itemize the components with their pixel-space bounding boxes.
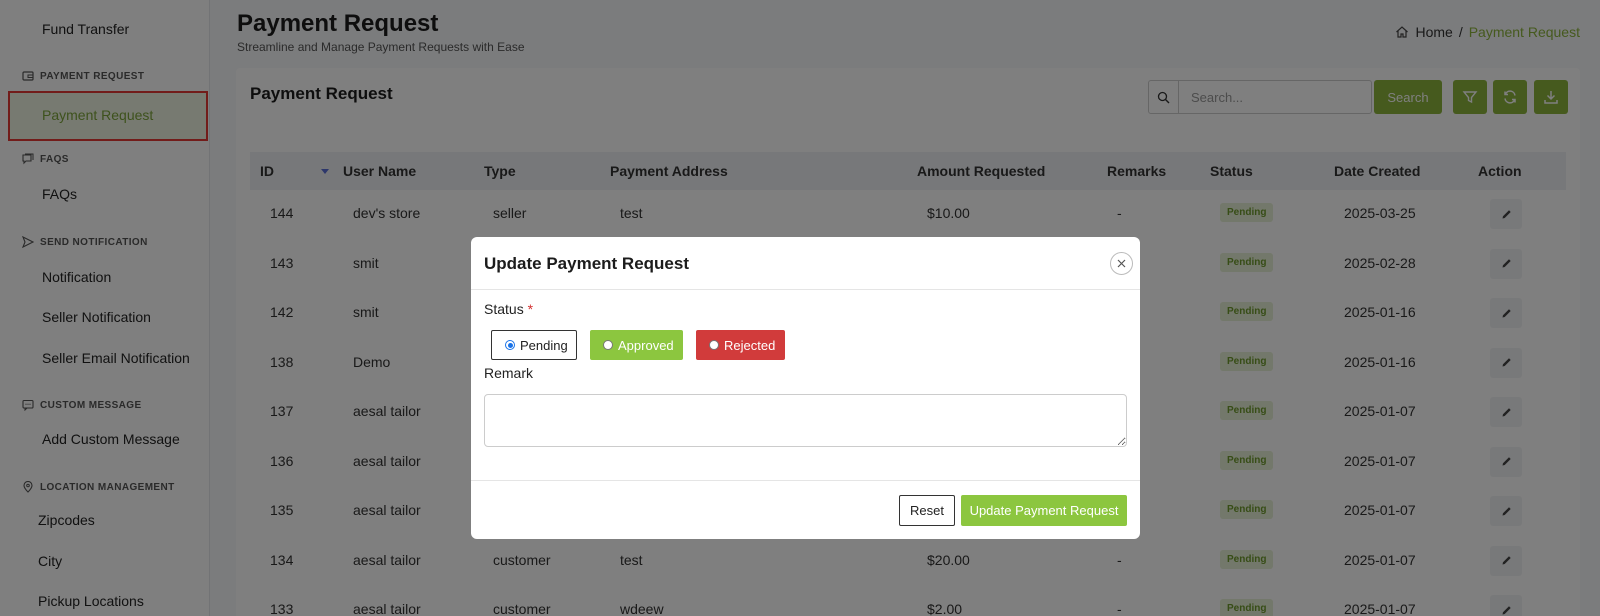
update-payment-request-modal: Update Payment Request Status * Pending …	[471, 237, 1140, 539]
modal-backdrop[interactable]: Update Payment Request Status * Pending …	[0, 0, 1600, 616]
status-option-pending[interactable]: Pending	[491, 330, 577, 360]
modal-header: Update Payment Request	[471, 237, 1140, 290]
radio-pending[interactable]	[505, 340, 515, 350]
remark-label: Remark	[484, 365, 534, 381]
update-payment-request-button[interactable]: Update Payment Request	[961, 495, 1127, 526]
status-option-rejected[interactable]: Rejected	[696, 330, 785, 360]
status-option-approved[interactable]: Approved	[590, 330, 683, 360]
radio-approved[interactable]	[603, 340, 613, 350]
radio-rejected[interactable]	[709, 340, 719, 350]
status-option-label: Approved	[618, 337, 674, 353]
status-label: Status *	[484, 301, 533, 317]
remark-textarea[interactable]	[484, 394, 1127, 447]
status-option-label: Pending	[520, 337, 568, 353]
reset-button[interactable]: Reset	[899, 495, 955, 526]
close-icon	[1117, 259, 1126, 268]
close-button[interactable]	[1110, 252, 1133, 275]
modal-title: Update Payment Request	[484, 254, 689, 273]
modal-footer: Reset Update Payment Request	[471, 480, 1140, 539]
status-option-label: Rejected	[724, 337, 776, 353]
status-label-text: Status	[484, 301, 524, 317]
required-mark: *	[527, 301, 534, 317]
